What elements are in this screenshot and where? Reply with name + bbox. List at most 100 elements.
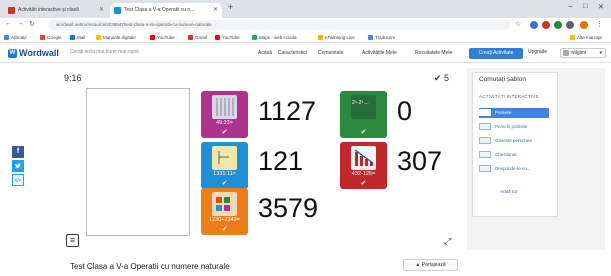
template-icon xyxy=(479,151,491,159)
nav-features[interactable]: Caracteristici xyxy=(278,50,307,56)
browser-tab-active[interactable]: Test Clasa a V-a Operatii cu n... ✕ xyxy=(110,3,222,18)
answer-value: 3579 xyxy=(258,193,319,223)
question-image xyxy=(212,192,237,216)
check-icon: ✔ xyxy=(360,129,367,136)
wordwall-logo[interactable]: W Wordwall xyxy=(8,48,59,59)
panel-title: Comutați șablon xyxy=(479,76,526,83)
tile-label: 1230+2349= xyxy=(209,217,240,223)
score-counter: ✔ 5 xyxy=(434,73,450,83)
template-option-find-match[interactable]: Gaseste perechea xyxy=(479,136,549,146)
url-input[interactable]: wordwall.net/ro/resource/2036947/test-cl… xyxy=(48,20,510,30)
user-icon xyxy=(563,50,569,56)
match-tile[interactable]: 49:23= ✔ xyxy=(201,91,248,138)
answer-value: 1127 xyxy=(258,96,317,126)
show-all-link[interactable]: Arată tot xyxy=(500,189,517,194)
fullscreen-icon[interactable]: ⤢ xyxy=(444,236,451,247)
check-icon: ✔ xyxy=(360,180,367,187)
chalkboard-text: 2⁴·2³ ... xyxy=(352,100,369,106)
check-icon: ✔ xyxy=(221,226,228,233)
tab-favicon-icon xyxy=(8,7,15,14)
tile-label: 1331:11= xyxy=(213,171,236,177)
youtube-icon xyxy=(215,35,220,41)
minimize-button[interactable]: − xyxy=(568,2,573,11)
facebook-share-icon[interactable]: f xyxy=(12,146,24,158)
timer: 9:16 xyxy=(64,73,82,83)
maximize-button[interactable]: □ xyxy=(583,3,587,10)
close-tab-icon[interactable]: ✕ xyxy=(213,3,218,18)
division-icon xyxy=(218,151,229,164)
template-icon xyxy=(479,109,491,117)
search-input[interactable]: Creați lecții mai bune mai rapid xyxy=(70,49,139,55)
back-icon[interactable]: ← xyxy=(5,20,12,27)
mail-icon xyxy=(70,35,75,41)
template-icon xyxy=(479,123,491,131)
apps-icon xyxy=(4,35,9,41)
question-image xyxy=(351,146,376,170)
bookmark-item[interactable]: Gmail xyxy=(188,34,207,41)
match-tile[interactable]: 1331:11= ✔ xyxy=(201,142,248,189)
bookmark-item[interactable]: Manuale digitale xyxy=(96,34,136,41)
tile-label: 49:23= xyxy=(216,120,233,126)
avatar[interactable] xyxy=(580,21,588,29)
match-tile[interactable]: 2⁴·2³ ... ✔ xyxy=(340,91,387,138)
question-image xyxy=(212,146,237,170)
panel-subtitle: ACTIVITĂȚI INTERACTIVE xyxy=(479,94,539,99)
bookmark-item[interactable]: eTwinning Live xyxy=(318,34,355,41)
maps-icon xyxy=(252,35,257,41)
folder-icon xyxy=(570,35,575,41)
kebab-menu-icon[interactable]: ⋮ xyxy=(596,20,603,28)
bookmark-item[interactable]: Maps - web scuola xyxy=(252,34,297,41)
reload-icon[interactable]: ↻ xyxy=(29,20,35,28)
nav-my-results[interactable]: Rezultatele Mele xyxy=(415,50,452,56)
user-name: wilgimi xyxy=(571,50,586,56)
close-window-button[interactable]: ✕ xyxy=(598,3,604,11)
question-drop-zone[interactable] xyxy=(86,88,190,236)
bookmark-item[interactable]: Aplicații xyxy=(4,34,27,41)
site-header: W Wordwall Creați lecții mai bune mai rap… xyxy=(0,43,611,63)
nav-my-activities[interactable]: Activitățile Mele xyxy=(362,50,397,56)
upgrade-button[interactable]: Upgrade xyxy=(528,49,547,55)
check-icon: ✔ xyxy=(221,180,228,187)
twitter-share-icon[interactable] xyxy=(12,160,24,172)
bookmark-item[interactable]: YouTube xyxy=(215,34,240,41)
menu-icon[interactable]: ≡ xyxy=(66,234,79,247)
user-menu-button[interactable]: wilgimi ▾ xyxy=(560,48,606,58)
extension-icon[interactable] xyxy=(566,21,574,29)
question-image: 2⁴·2³ ... xyxy=(351,95,376,119)
create-activity-button[interactable]: Creați Activitate xyxy=(469,48,523,59)
close-tab-icon[interactable]: ✕ xyxy=(99,3,104,18)
template-option-match[interactable]: Potrivire xyxy=(479,108,549,118)
forward-icon[interactable]: → xyxy=(17,20,24,27)
tab-title: Test Clasa a V-a Operatii cu n... xyxy=(124,7,195,13)
match-tile[interactable]: 1230+2349= ✔ xyxy=(201,188,248,235)
extension-icon[interactable] xyxy=(542,21,550,29)
translate-icon xyxy=(368,35,373,41)
match-tile[interactable]: 432-125= ✔ xyxy=(340,142,387,189)
embed-icon[interactable]: </> xyxy=(12,174,24,186)
bird-icon xyxy=(14,163,22,169)
share-button[interactable]: ▲ Partajează xyxy=(403,259,458,271)
bookmark-item[interactable]: Mail xyxy=(70,34,85,41)
nav-home[interactable]: Acasă xyxy=(258,50,272,56)
template-option-pairs[interactable]: Perechi potrivite xyxy=(479,122,549,132)
chart-down-icon xyxy=(354,149,374,166)
answer-value: 0 xyxy=(397,96,413,126)
bookmark-item[interactable]: Traducere xyxy=(368,34,395,41)
nav-community[interactable]: Comunitate xyxy=(318,50,344,56)
bookmark-folder[interactable]: Alte marcaje xyxy=(570,34,602,41)
logo-icon: W xyxy=(8,49,17,59)
bookmark-item[interactable]: YouTube xyxy=(150,34,175,41)
activity-title: Test Clasa a V-a Operatii cu numere natu… xyxy=(70,262,230,271)
browser-tab[interactable]: Activitâti interactive și clasă ✕ xyxy=(4,3,108,18)
youtube-icon xyxy=(150,35,155,41)
browser-tab-strip: Activitâti interactive și clasă ✕ Test C… xyxy=(0,0,611,18)
grid-icon xyxy=(216,98,234,116)
chevron-down-icon: ▾ xyxy=(599,50,602,56)
star-icon[interactable]: ☆ xyxy=(515,20,521,28)
extension-icon[interactable] xyxy=(554,21,562,29)
template-option-quiz[interactable]: Chestionar xyxy=(479,150,549,160)
new-tab-button[interactable]: + xyxy=(228,2,233,12)
template-option-unjumble[interactable]: Desprinde-te cu... xyxy=(479,164,549,174)
extension-icon[interactable] xyxy=(530,21,538,29)
bookmark-item[interactable]: Google xyxy=(40,34,62,41)
